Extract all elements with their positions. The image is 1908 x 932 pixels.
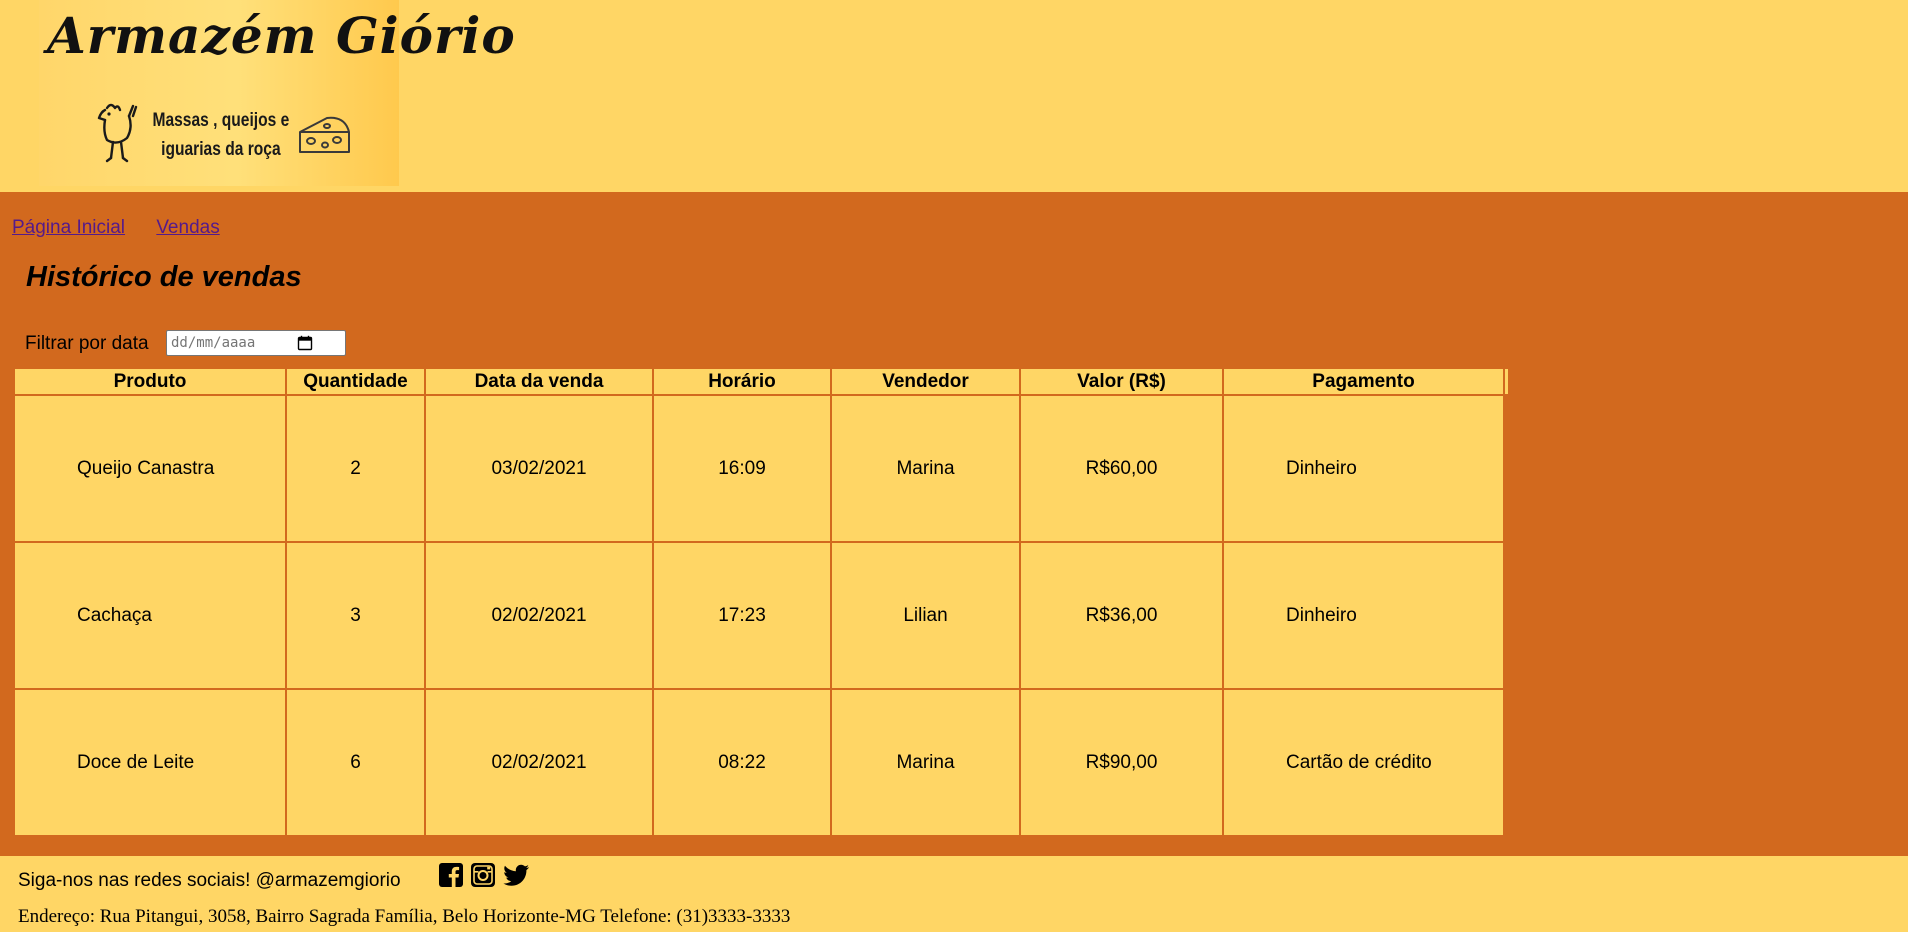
column-header-product: Produto (13, 367, 287, 396)
column-header-seller: Vendedor (830, 367, 1021, 396)
brand-logo[interactable]: Armazém Giório Massas , queijos e iguari… (39, 0, 516, 186)
cell-product: Queijo Canastra (13, 394, 287, 543)
brand-tagline-line2: iguarias da roça (161, 139, 281, 160)
table-row: Queijo Canastra 2 03/02/2021 16:09 Marin… (13, 394, 1509, 543)
brand-tagline-line1: Massas , queijos e (152, 110, 290, 131)
cell-quantity: 3 (285, 541, 426, 690)
cell-seller: Marina (830, 688, 1021, 837)
brand-tagline: Massas , queijos e iguarias da roça (143, 106, 299, 164)
social-text: Siga-nos nas redes sociais! @armazemgior… (18, 870, 401, 891)
cell-time: 16:09 (652, 394, 832, 543)
table-row: Doce de Leite 6 02/02/2021 08:22 Marina … (13, 688, 1509, 837)
column-header-time: Horário (652, 367, 832, 396)
calendar-icon[interactable] (297, 335, 313, 351)
page-header: Armazém Giório Massas , queijos e iguari… (0, 0, 1908, 192)
main-content: Página Inicial Vendas Histórico de venda… (0, 192, 1908, 856)
cheese-icon (299, 116, 350, 153)
facebook-icon[interactable] (438, 862, 464, 888)
address-text: Endereço: Rua Pitangui, 3058, Bairro Sag… (18, 906, 791, 927)
column-header-quantity: Quantidade (285, 367, 426, 396)
cell-payment: Cartão de crédito (1222, 688, 1505, 837)
cell-time: 17:23 (652, 541, 832, 690)
cell-seller: Marina (830, 394, 1021, 543)
cell-value: R$60,00 (1019, 394, 1224, 543)
cell-value: R$36,00 (1019, 541, 1224, 690)
cell-payment: Dinheiro (1222, 541, 1505, 690)
page-footer: Siga-nos nas redes sociais! @armazemgior… (0, 856, 1908, 932)
column-header-sale-date: Data da venda (424, 367, 654, 396)
column-header-value: Valor (R$) (1019, 367, 1224, 396)
sales-table: Produto Quantidade Data da venda Horário… (13, 367, 1510, 837)
cell-quantity: 6 (285, 688, 426, 837)
table-header-row: Produto Quantidade Data da venda Horário… (13, 367, 1510, 396)
header-filler-cell (1503, 367, 1510, 396)
brand-name: Armazém Giório (47, 6, 516, 65)
cell-seller: Lilian (830, 541, 1021, 690)
rooster-icon (97, 103, 138, 163)
cell-value: R$90,00 (1019, 688, 1224, 837)
cell-time: 08:22 (652, 688, 832, 837)
date-filter-input[interactable] (166, 330, 346, 356)
cell-product: Doce de Leite (13, 688, 287, 837)
date-filter-label: Filtrar por data (25, 333, 149, 354)
cell-quantity: 2 (285, 394, 426, 543)
cell-sale-date: 02/02/2021 (424, 688, 654, 837)
table-row: Cachaça 3 02/02/2021 17:23 Lilian R$36,0… (13, 541, 1509, 690)
main-nav: Página Inicial Vendas (12, 217, 246, 239)
social-icons (438, 862, 530, 888)
twitter-icon[interactable] (502, 862, 530, 888)
instagram-icon[interactable] (470, 862, 496, 888)
cell-payment: Dinheiro (1222, 394, 1505, 543)
nav-link-sales[interactable]: Vendas (156, 217, 219, 238)
page-title: Histórico de vendas (26, 261, 302, 293)
cell-sale-date: 02/02/2021 (424, 541, 654, 690)
column-header-payment: Pagamento (1222, 367, 1505, 396)
cell-sale-date: 03/02/2021 (424, 394, 654, 543)
nav-link-home[interactable]: Página Inicial (12, 217, 125, 238)
cell-product: Cachaça (13, 541, 287, 690)
